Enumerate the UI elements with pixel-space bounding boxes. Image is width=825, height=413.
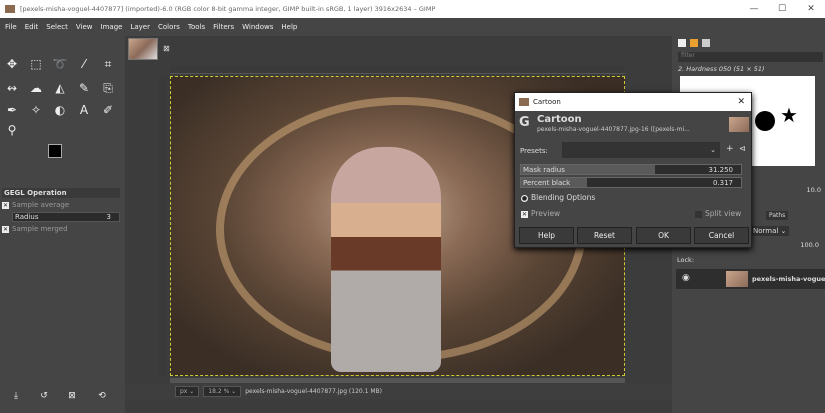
help-button[interactable]: Help	[519, 227, 574, 244]
blending-options-expander[interactable]: ● Blending Options	[521, 193, 595, 202]
presets-select[interactable]: ⌄	[562, 142, 720, 158]
patterns-tab-icon[interactable]	[690, 39, 698, 47]
foreground-color-swatch[interactable]	[48, 144, 62, 158]
dodge-icon[interactable]: ◐	[52, 102, 68, 118]
dialog-app-icon	[519, 98, 529, 106]
sample-merged-checkbox[interactable]: ✕ Sample merged	[2, 225, 120, 233]
vertical-ruler	[159, 76, 167, 376]
percent-black-slider[interactable]: Percent black 0.317	[520, 177, 742, 188]
reset-button[interactable]: Reset	[577, 227, 632, 244]
preset-menu-icon[interactable]: ⊲	[739, 144, 746, 153]
move-tool-icon[interactable]: ✥	[4, 56, 20, 72]
tool-options-panel: GEGL Operation ✕ Sample average Radius 3 ✕…	[2, 188, 120, 233]
paths-tab[interactable]: Paths	[766, 211, 789, 220]
close-tab-icon[interactable]: ⊠	[163, 44, 170, 53]
brush-round[interactable]	[755, 111, 775, 131]
dialog-titlebar: Cartoon ✕	[515, 93, 751, 111]
restore-options-icon[interactable]: ↺	[36, 388, 52, 404]
text-tool-icon[interactable]: A	[76, 102, 92, 118]
preview-checkbox[interactable]: ✕ Preview	[521, 209, 560, 218]
title-bar: [pexels-misha-voguel-4407877] (imported)…	[0, 0, 825, 18]
status-bar: px ⌄ 18.2 % ⌄ pexels-misha-voguel-440787…	[125, 383, 672, 399]
crop-icon[interactable]: ⌗	[100, 56, 116, 72]
menu-windows[interactable]: Windows	[242, 18, 273, 36]
color-picker-icon[interactable]: ✐	[100, 102, 116, 118]
menu-edit[interactable]: Edit	[25, 18, 39, 36]
dialog-window-title: Cartoon	[533, 98, 561, 106]
ok-button[interactable]: OK	[636, 227, 691, 244]
add-preset-icon[interactable]: +	[726, 144, 734, 154]
close-button[interactable]: ✕	[797, 0, 825, 18]
minimize-button[interactable]: —	[740, 0, 768, 18]
heal-icon[interactable]: ✧	[28, 102, 44, 118]
zoom-select[interactable]: 18.2 % ⌄	[203, 385, 242, 397]
cancel-button[interactable]: Cancel	[694, 227, 749, 244]
mask-radius-slider[interactable]: Mask radius 31.250	[520, 164, 742, 175]
dialog-subtitle: pexels-misha-voguel-4407877.jpg-16 ([pex…	[537, 126, 690, 133]
bucket-fill-icon[interactable]: ◭	[52, 80, 68, 96]
lock-label: Lock:	[677, 256, 695, 264]
layer-thumbnail	[726, 271, 748, 287]
toolbox: ✥ ⬚ ➰ ⁄ ⌗ ↭ ☁ ◭ ✎ ⎘ ✒ ✧ ◐ A ✐ ⚲ GEGL Ope…	[0, 36, 125, 413]
menu-filters[interactable]: Filters	[213, 18, 234, 36]
menu-colors[interactable]: Colors	[158, 18, 180, 36]
delete-options-icon[interactable]: ⊠	[64, 388, 80, 404]
dialog-heading: Cartoon	[537, 114, 582, 125]
brushes-tab-icon[interactable]	[678, 39, 686, 47]
smudge-icon[interactable]: ☁	[28, 80, 44, 96]
image-tab-thumbnail[interactable]	[128, 38, 158, 60]
brush-star[interactable]: ★	[780, 104, 798, 126]
zoom-tool-icon[interactable]: ⚲	[4, 122, 20, 138]
status-info: pexels-misha-voguel-4407877.jpg (120.1 M…	[245, 387, 382, 395]
presets-label: Presets:	[520, 147, 548, 155]
photo-subject	[331, 147, 441, 372]
dialog-close-icon[interactable]: ✕	[737, 93, 745, 111]
fuzzy-select-icon[interactable]: ⁄	[76, 56, 92, 72]
sample-average-checkbox[interactable]: ✕ Sample average	[2, 201, 120, 209]
brush-filter-input[interactable]: filter	[678, 52, 823, 62]
layer-opacity[interactable]: 100.0	[800, 241, 819, 249]
menu-tools[interactable]: Tools	[188, 18, 205, 36]
cartoon-dialog: Cartoon ✕ G Cartoon pexels-misha-voguel-…	[514, 92, 752, 248]
menu-bar: File Edit Select View Image Layer Colors…	[0, 18, 825, 36]
gegl-logo-icon: G	[519, 115, 530, 130]
layer-name: pexels-misha-voguel	[752, 275, 825, 283]
lasso-icon[interactable]: ➰	[52, 56, 68, 72]
gimp-app-icon	[5, 5, 15, 13]
menu-help[interactable]: Help	[281, 18, 297, 36]
layer-row[interactable]: ◉ pexels-misha-voguel	[676, 269, 825, 289]
visibility-eye-icon[interactable]: ◉	[682, 273, 690, 283]
save-options-icon[interactable]: ⤓	[8, 388, 24, 404]
gegl-operation-title: GEGL Operation	[2, 188, 120, 198]
warp-icon[interactable]: ↭	[4, 80, 20, 96]
unit-select[interactable]: px ⌄	[175, 385, 200, 397]
layer-mode-select[interactable]: Normal ⌄	[750, 226, 790, 236]
horizontal-ruler	[170, 66, 625, 74]
reset-options-icon[interactable]: ⟲	[94, 388, 110, 404]
rect-select-icon[interactable]: ⬚	[28, 56, 44, 72]
menu-file[interactable]: File	[5, 18, 17, 36]
dialog-preview-thumbnail	[729, 117, 749, 132]
menu-select[interactable]: Select	[46, 18, 68, 36]
menu-image[interactable]: Image	[101, 18, 123, 36]
maximize-button[interactable]: ☐	[768, 0, 796, 18]
paths-icon[interactable]: ✒	[4, 102, 20, 118]
paintbrush-icon[interactable]: ✎	[76, 80, 92, 96]
split-view-checkbox[interactable]: Split view	[695, 209, 741, 218]
window-title: [pexels-misha-voguel-4407877] (imported)…	[20, 5, 436, 13]
fonts-tab-icon[interactable]	[702, 39, 710, 47]
menu-layer[interactable]: Layer	[130, 18, 150, 36]
clone-icon[interactable]: ⎘	[100, 80, 116, 96]
brush-spacing[interactable]: 10.0	[807, 186, 821, 194]
menu-view[interactable]: View	[76, 18, 93, 36]
brush-name: 2. Hardness 050 (51 × 51)	[678, 65, 765, 73]
radius-spinbox[interactable]: Radius 3	[12, 212, 120, 222]
